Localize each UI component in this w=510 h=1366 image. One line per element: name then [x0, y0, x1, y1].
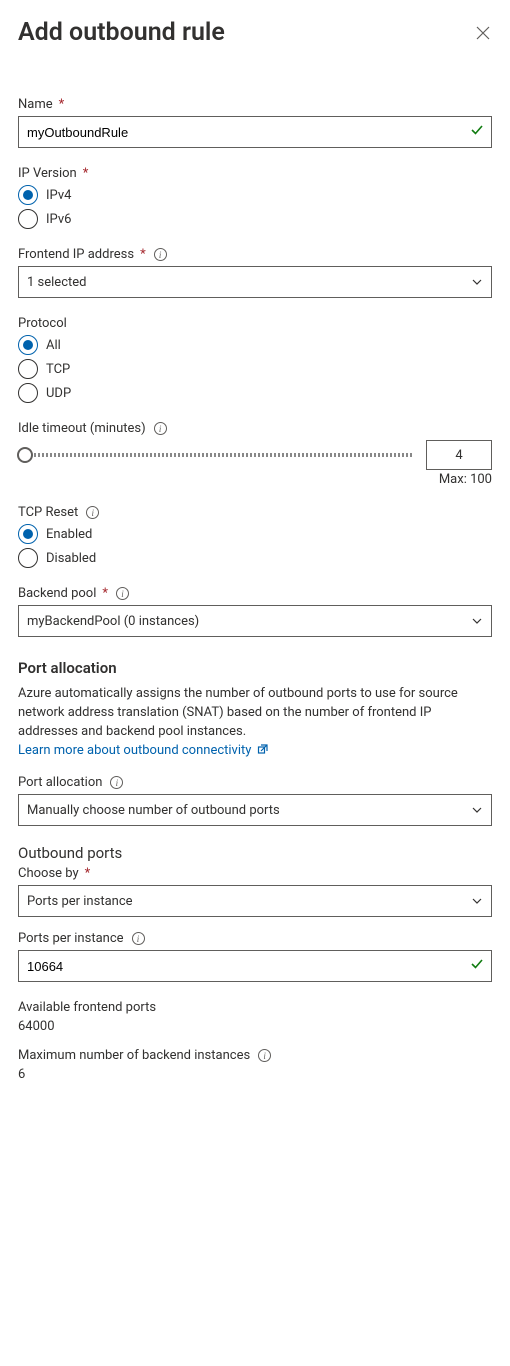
check-icon	[470, 123, 484, 141]
info-icon[interactable]	[132, 932, 145, 945]
radio-icon	[18, 185, 38, 205]
select-value: Ports per instance	[27, 894, 133, 909]
max-backend-instances-label: Maximum number of backend instances	[18, 1048, 492, 1063]
close-icon[interactable]	[474, 24, 492, 42]
name-input[interactable]	[18, 116, 492, 148]
choose-by-select[interactable]: Ports per instance	[18, 885, 492, 917]
choose-by-label: Choose by*	[18, 866, 492, 881]
radio-label: Disabled	[46, 551, 96, 566]
tcp-reset-enabled-radio[interactable]: Enabled	[18, 524, 492, 544]
radio-icon	[18, 524, 38, 544]
name-label: Name*	[18, 97, 492, 112]
select-value: myBackendPool (0 instances)	[27, 614, 199, 629]
ip-version-ipv4-radio[interactable]: IPv4	[18, 185, 492, 205]
learn-more-link[interactable]: Learn more about outbound connectivity	[18, 743, 269, 758]
ip-version-label: IP Version*	[18, 166, 492, 181]
radio-icon	[18, 383, 38, 403]
frontend-ip-label: Frontend IP address*	[18, 247, 492, 262]
info-icon[interactable]	[86, 506, 99, 519]
port-allocation-label: Port allocation	[18, 775, 492, 790]
info-icon[interactable]	[154, 248, 167, 261]
protocol-udp-radio[interactable]: UDP	[18, 383, 492, 403]
select-value: 1 selected	[27, 275, 86, 290]
info-icon[interactable]	[154, 422, 167, 435]
backend-pool-select[interactable]: myBackendPool (0 instances)	[18, 605, 492, 637]
external-link-icon	[257, 743, 269, 762]
chevron-down-icon	[471, 276, 483, 288]
slider-track	[18, 453, 414, 457]
radio-icon	[18, 548, 38, 568]
idle-timeout-value-input[interactable]: 4	[426, 440, 492, 470]
radio-label: IPv6	[46, 212, 71, 227]
available-frontend-ports-label: Available frontend ports	[18, 1000, 492, 1015]
idle-timeout-label: Idle timeout (minutes)	[18, 421, 492, 436]
max-backend-instances-value: 6	[18, 1067, 492, 1082]
radio-icon	[18, 359, 38, 379]
chevron-down-icon	[471, 804, 483, 816]
port-allocation-select[interactable]: Manually choose number of outbound ports	[18, 794, 492, 826]
backend-pool-label: Backend pool*	[18, 586, 492, 601]
protocol-all-radio[interactable]: All	[18, 335, 492, 355]
info-icon[interactable]	[258, 1049, 271, 1062]
radio-label: Enabled	[46, 527, 92, 542]
select-value: Manually choose number of outbound ports	[27, 803, 280, 818]
ports-per-instance-label: Ports per instance	[18, 931, 492, 946]
available-frontend-ports-value: 64000	[18, 1019, 492, 1034]
port-allocation-heading: Port allocation	[18, 659, 492, 677]
frontend-ip-select[interactable]: 1 selected	[18, 266, 492, 298]
chevron-down-icon	[471, 895, 483, 907]
radio-icon	[18, 209, 38, 229]
radio-label: All	[46, 338, 61, 353]
radio-icon	[18, 335, 38, 355]
radio-label: UDP	[46, 386, 71, 401]
info-icon[interactable]	[110, 776, 123, 789]
slider-thumb[interactable]	[17, 447, 33, 463]
tcp-reset-label: TCP Reset	[18, 505, 492, 520]
info-icon[interactable]	[116, 587, 129, 600]
radio-label: TCP	[46, 362, 70, 377]
chevron-down-icon	[471, 615, 483, 627]
protocol-tcp-radio[interactable]: TCP	[18, 359, 492, 379]
ports-per-instance-input[interactable]	[18, 950, 492, 982]
protocol-label: Protocol	[18, 316, 492, 331]
page-title: Add outbound rule	[18, 18, 225, 47]
outbound-ports-heading: Outbound ports	[18, 844, 492, 862]
tcp-reset-disabled-radio[interactable]: Disabled	[18, 548, 492, 568]
idle-timeout-slider[interactable]	[18, 445, 414, 465]
port-allocation-desc: Azure automatically assigns the number o…	[18, 685, 492, 761]
radio-label: IPv4	[46, 188, 71, 203]
idle-timeout-max-label: Max: 100	[18, 472, 492, 487]
check-icon	[470, 957, 484, 975]
ip-version-ipv6-radio[interactable]: IPv6	[18, 209, 492, 229]
